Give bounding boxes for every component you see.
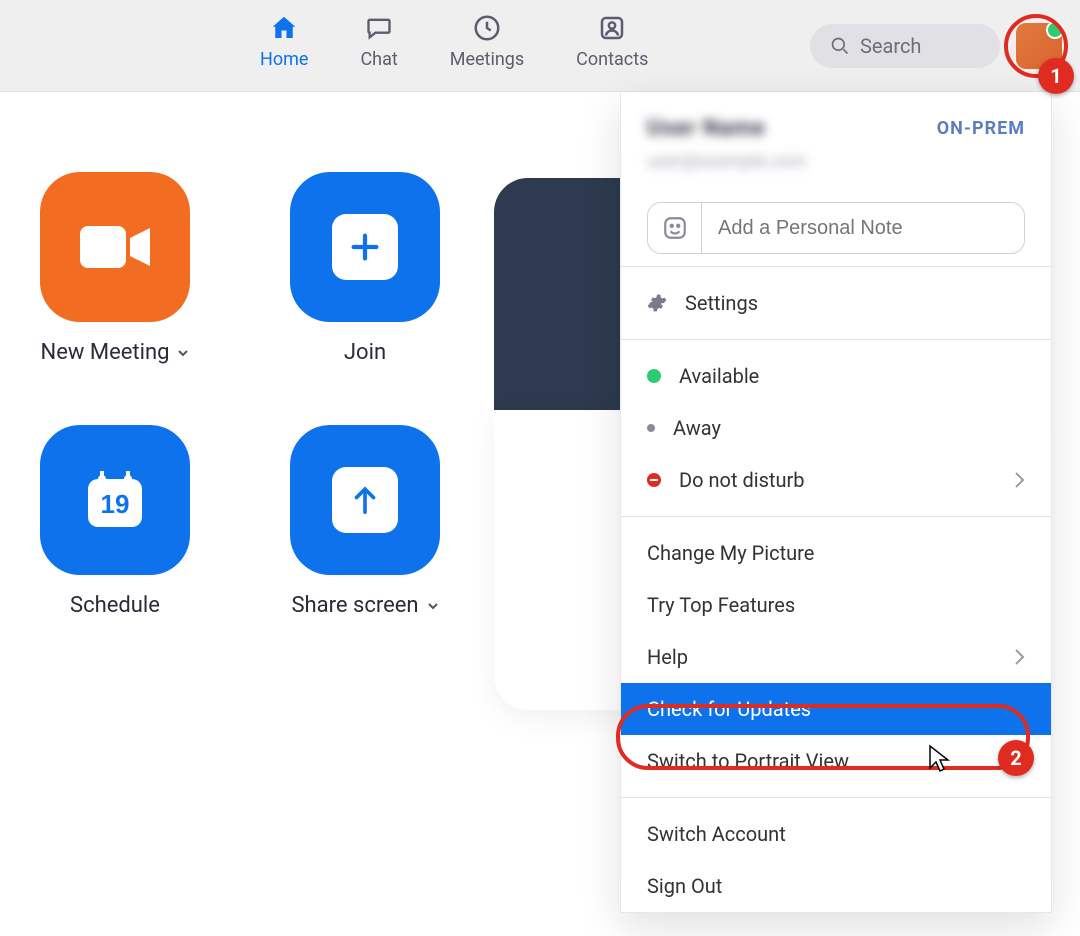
join-tile[interactable]: Join (260, 172, 470, 365)
nav-right: Search (810, 23, 1062, 69)
nav-label: Home (260, 49, 308, 70)
home-icon (267, 13, 301, 43)
menu-label: Change My Picture (647, 541, 814, 565)
personal-note-field[interactable] (647, 202, 1025, 254)
chevron-down-icon[interactable] (177, 347, 189, 359)
menu-status-available[interactable]: Available (621, 350, 1051, 402)
menu-label: Available (679, 364, 759, 388)
profile-avatar[interactable] (1016, 23, 1062, 69)
nav-items: Home Chat Meetings Contacts (260, 13, 648, 78)
search-icon (830, 36, 850, 56)
gear-icon (647, 293, 667, 313)
menu-status-dnd[interactable]: Do not disturb (621, 454, 1051, 506)
new-meeting-tile[interactable]: New Meeting (10, 172, 220, 365)
chevron-down-icon[interactable] (427, 600, 439, 612)
nav-label: Contacts (576, 49, 648, 70)
menu-change-picture[interactable]: Change My Picture (621, 527, 1051, 579)
chat-icon (362, 13, 396, 43)
nav-contacts[interactable]: Contacts (576, 13, 648, 78)
clock-icon (470, 13, 504, 43)
nav-label: Chat (360, 49, 397, 70)
separator (621, 266, 1051, 267)
search-placeholder: Search (860, 34, 921, 58)
video-icon (40, 172, 190, 322)
schedule-tile[interactable]: 19 Schedule (10, 425, 220, 618)
menu-switch-account[interactable]: Switch Account (621, 808, 1051, 860)
separator (621, 797, 1051, 798)
tile-label: New Meeting (41, 340, 190, 365)
menu-label: Settings (685, 291, 758, 315)
menu-status-away[interactable]: Away (621, 402, 1051, 454)
account-tag: ON-PREM (937, 118, 1025, 139)
menu-help[interactable]: Help (621, 631, 1051, 683)
menu-try-top[interactable]: Try Top Features (621, 579, 1051, 631)
chevron-right-icon (1013, 471, 1025, 489)
menu-check-updates[interactable]: Check for Updates (621, 683, 1051, 735)
dropdown-header: User Name ON-PREM user@example.com (621, 110, 1051, 186)
calendar-day: 19 (101, 489, 130, 519)
top-nav-bar: Home Chat Meetings Contacts Search (0, 0, 1080, 92)
tile-label: Share screen (291, 593, 438, 618)
user-name: User Name (647, 116, 765, 141)
status-dot-away (647, 424, 655, 432)
menu-settings[interactable]: Settings (621, 277, 1051, 329)
menu-portrait[interactable]: Switch to Portrait View (621, 735, 1051, 787)
calendar-icon: 19 (40, 425, 190, 575)
personal-note-input[interactable] (702, 203, 1024, 253)
nav-meetings[interactable]: Meetings (450, 13, 524, 78)
menu-label: Switch Account (647, 822, 786, 846)
menu-label: Away (673, 416, 721, 440)
join-icon (290, 172, 440, 322)
separator (621, 339, 1051, 340)
menu-label: Sign Out (647, 874, 722, 898)
profile-dropdown: User Name ON-PREM user@example.com Setti… (620, 92, 1052, 913)
status-dot-dnd (647, 473, 661, 487)
nav-home[interactable]: Home (260, 13, 308, 78)
menu-label: Help (647, 645, 688, 669)
nav-label: Meetings (450, 49, 524, 70)
separator (621, 516, 1051, 517)
menu-label: Check for Updates (647, 697, 811, 721)
menu-label: Try Top Features (647, 593, 795, 617)
tile-label: Join (344, 340, 386, 365)
share-icon (290, 425, 440, 575)
emoji-picker-button[interactable] (648, 203, 702, 253)
chevron-right-icon (1013, 648, 1025, 666)
user-email: user@example.com (647, 151, 1025, 172)
nav-chat[interactable]: Chat (360, 13, 397, 78)
status-dot-green (647, 369, 661, 383)
share-screen-tile[interactable]: Share screen (260, 425, 470, 618)
menu-label: Switch to Portrait View (647, 749, 849, 773)
action-grid: New Meeting Join 19 (10, 172, 470, 618)
search-input[interactable]: Search (810, 24, 1000, 68)
contacts-icon (595, 13, 629, 43)
menu-sign-out[interactable]: Sign Out (621, 860, 1051, 912)
menu-label: Do not disturb (679, 468, 805, 492)
tile-label: Schedule (70, 593, 160, 618)
